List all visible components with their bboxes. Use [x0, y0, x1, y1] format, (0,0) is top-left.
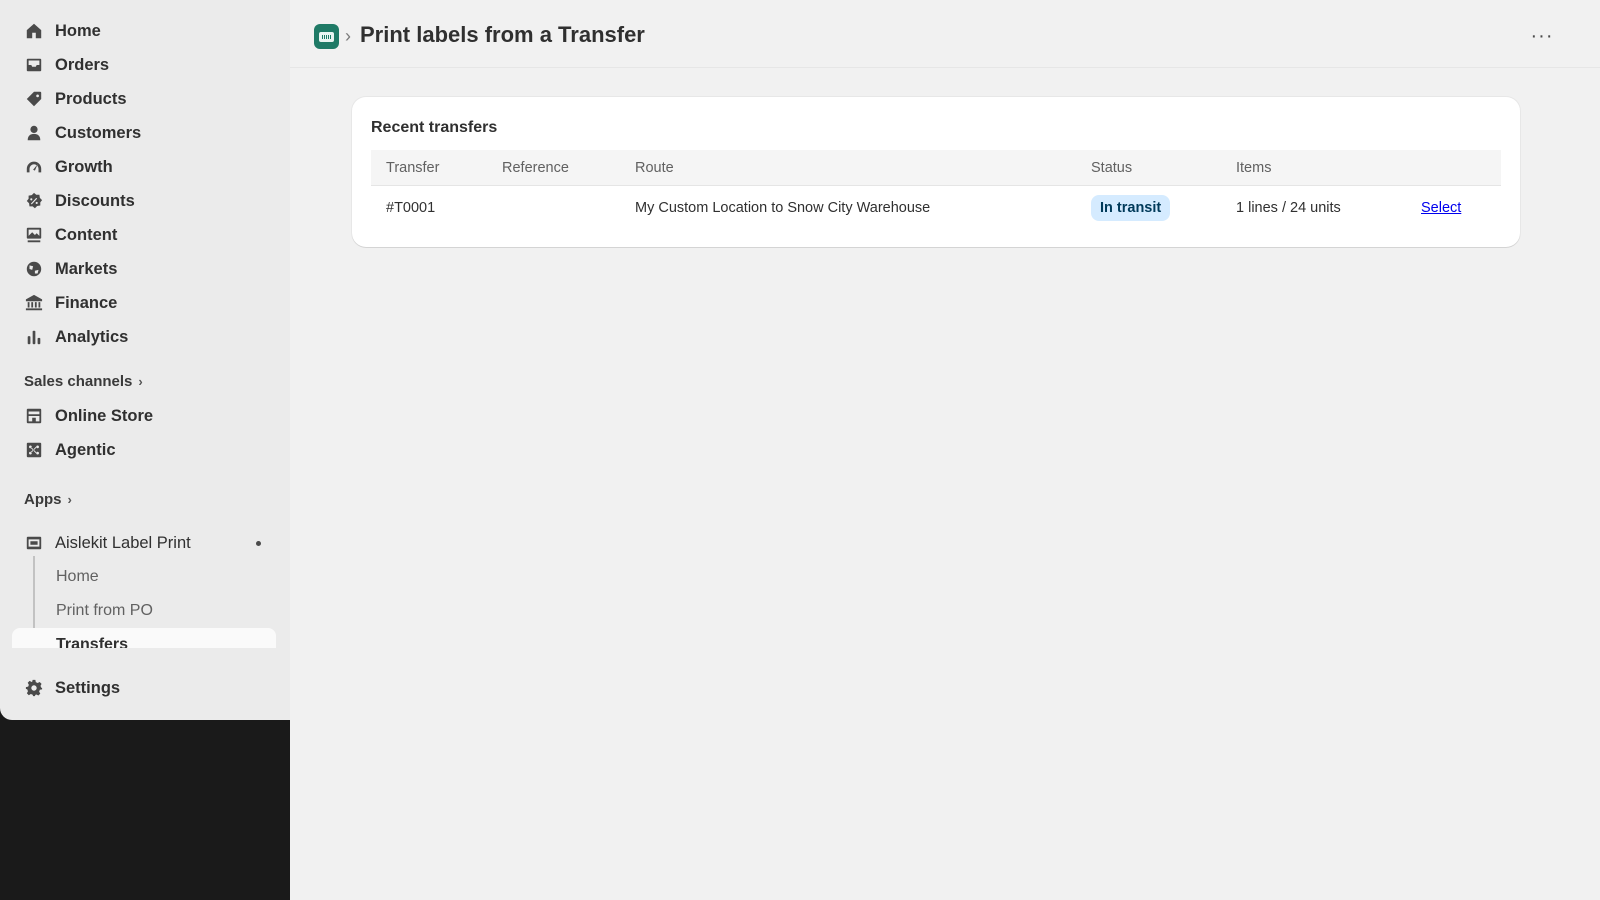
sidebar-item-label: Agentic	[55, 440, 116, 459]
globe-icon	[24, 259, 44, 279]
sidebar: Home Orders Products Customers Growth Di…	[0, 0, 290, 720]
breadcrumb-separator: ›	[345, 26, 351, 46]
sidebar-item-content[interactable]: Content	[12, 220, 276, 250]
table-row: #T0001 My Custom Location to Snow City W…	[371, 187, 1501, 229]
chevron-right-icon: ›	[138, 373, 143, 389]
sidebar-item-aislekit-label-print[interactable]: Aislekit Label Print	[12, 528, 276, 558]
bar-chart-icon	[24, 327, 44, 347]
sidebar-item-settings[interactable]: Settings	[12, 673, 276, 703]
app-label-icon	[24, 533, 44, 553]
status-badge: In transit	[1091, 195, 1171, 221]
sidebar-item-label: Online Store	[55, 406, 154, 425]
select-link[interactable]: Select	[1421, 200, 1461, 216]
cell-route: My Custom Location to Snow City Warehous…	[635, 200, 931, 216]
subnav-item-home[interactable]: Home	[56, 568, 99, 586]
column-header-status: Status	[1091, 160, 1133, 176]
content-icon	[24, 225, 44, 245]
apps-label: Apps	[24, 490, 62, 508]
top-bar: › Print labels from a Transfer ···	[290, 0, 1600, 68]
main-area: › Print labels from a Transfer ··· Recen…	[290, 0, 1600, 900]
more-actions-button[interactable]: ···	[1528, 24, 1556, 48]
subnav-item-transfers-label: Transfers	[56, 636, 129, 648]
column-header-reference: Reference	[502, 160, 569, 176]
chevron-right-icon: ›	[67, 491, 72, 507]
cell-transfer: #T0001	[386, 200, 436, 216]
sidebar-item-online-store[interactable]: Online Store	[12, 401, 276, 431]
home-icon	[24, 21, 44, 41]
cell-items: 1 lines / 24 units	[1236, 200, 1341, 216]
sidebar-item-label: Growth	[55, 157, 113, 176]
sidebar-item-label: Home	[55, 21, 101, 40]
gauge-icon	[24, 157, 44, 177]
sidebar-item-finance[interactable]: Finance	[12, 288, 276, 318]
sales-channels-label: Sales channels	[24, 372, 133, 390]
sidebar-item-label: Analytics	[55, 327, 129, 346]
sidebar-item-label: Discounts	[55, 191, 135, 210]
sidebar-item-products[interactable]: Products	[12, 84, 276, 114]
sidebar-item-growth[interactable]: Growth	[12, 152, 276, 182]
sidebar-item-label: Markets	[55, 259, 118, 278]
sidebar-item-discounts[interactable]: Discounts	[12, 186, 276, 216]
sidebar-item-markets[interactable]: Markets	[12, 254, 276, 284]
sidebar-item-label: Content	[55, 225, 118, 244]
gear-icon	[24, 678, 44, 698]
sales-channels-header[interactable]: Sales channels ›	[24, 370, 143, 392]
column-header-route: Route	[635, 160, 674, 176]
pin-dot-icon	[256, 541, 261, 546]
more-horizontal-icon: ···	[1530, 24, 1554, 47]
inbox-icon	[24, 55, 44, 75]
subnav-item-transfers[interactable]: Transfers	[12, 628, 276, 648]
sidebar-item-home[interactable]: Home	[12, 16, 276, 46]
card-title: Recent transfers	[371, 119, 498, 136]
page-title: Print labels from a Transfer	[360, 22, 645, 47]
tag-icon	[24, 89, 44, 109]
bank-icon	[24, 293, 44, 313]
sidebar-item-label: Products	[55, 89, 127, 108]
recent-transfers-card: Recent transfers Transfer Reference Rout…	[352, 97, 1520, 247]
sidebar-item-agentic[interactable]: Agentic	[12, 435, 276, 465]
sidebar-item-label: Customers	[55, 123, 142, 142]
sidebar-item-label: Orders	[55, 55, 110, 74]
store-icon	[24, 406, 44, 426]
column-header-items: Items	[1236, 160, 1272, 176]
table-header: Transfer Reference Route Status Items	[371, 150, 1501, 186]
agentic-icon	[24, 440, 44, 460]
app-logo-icon[interactable]	[314, 24, 339, 49]
column-header-transfer: Transfer	[386, 160, 440, 176]
sidebar-item-customers[interactable]: Customers	[12, 118, 276, 148]
person-icon	[24, 123, 44, 143]
sidebar-item-label: Aislekit Label Print	[55, 533, 191, 552]
sidebar-item-analytics[interactable]: Analytics	[12, 322, 276, 352]
subnav-item-print-from-po[interactable]: Print from PO	[56, 602, 153, 620]
discount-icon	[24, 191, 44, 211]
sidebar-item-orders[interactable]: Orders	[12, 50, 276, 80]
sidebar-item-label: Finance	[55, 293, 118, 312]
apps-header[interactable]: Apps ›	[24, 488, 72, 510]
sidebar-item-label: Settings	[55, 678, 121, 697]
